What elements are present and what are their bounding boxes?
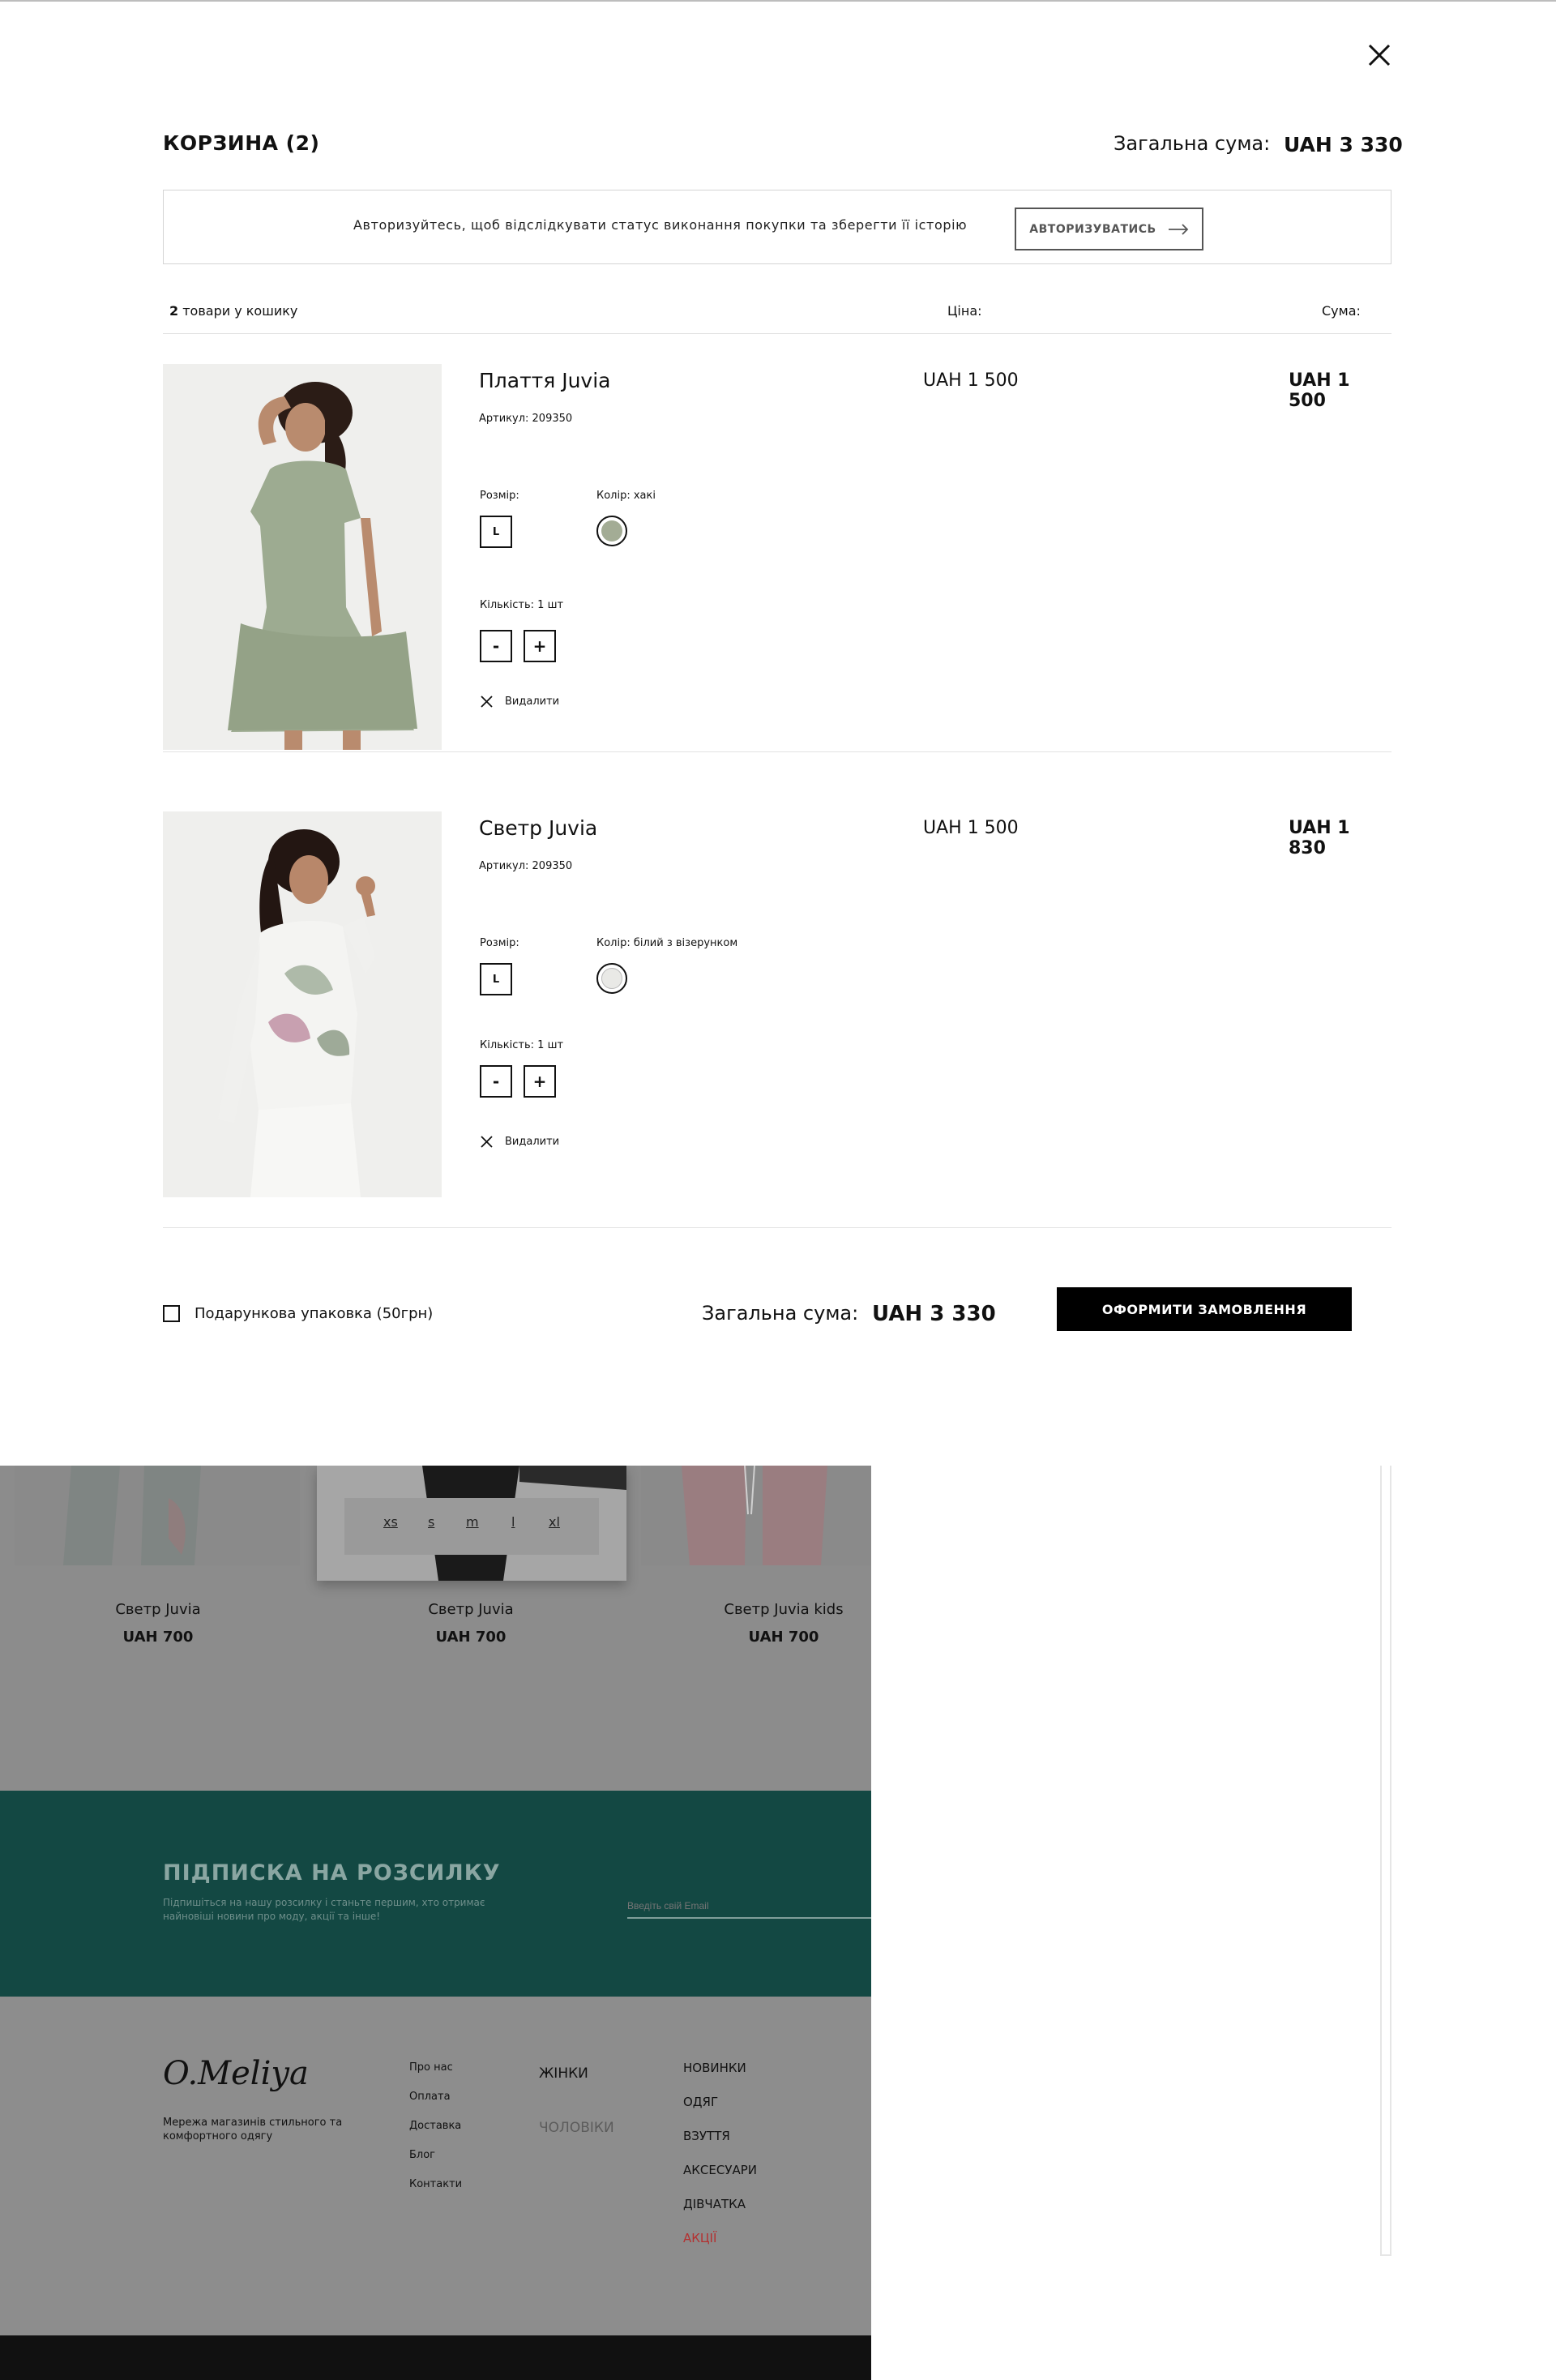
size-selector[interactable]: L: [480, 963, 512, 995]
background-page: xs s m l xl Светр Juvia UAH 700 Светр Ju…: [0, 1466, 871, 2380]
total-value: UAH 3 330: [872, 1302, 996, 1326]
login-button-label: АВТОРИЗУВАТИСЬ: [1029, 222, 1156, 236]
item-count-number: 2: [169, 303, 179, 319]
newsletter-title: ПІДПИСКА НА РОЗСИЛКУ: [163, 1860, 501, 1886]
product-image[interactable]: [163, 364, 442, 750]
footer-nav-sale[interactable]: АКЦІЇ: [683, 2231, 716, 2245]
quantity-label: Кількість: 1 шт: [480, 599, 564, 611]
total-label: Загальна сума:: [1114, 132, 1271, 155]
cart-item: Плаття Juvia Артикул: 209350 UAH 1 500 U…: [163, 334, 1391, 752]
footer-link-payment[interactable]: Оплата: [409, 2091, 451, 2103]
cart-modal: КОРЗИНА (2) Загальна сума: UAH 3 330 Авт…: [0, 2, 1556, 1466]
scrollbar[interactable]: [1380, 1466, 1391, 2256]
size-option[interactable]: m: [466, 1514, 479, 1530]
cart-title: КОРЗИНА (2): [163, 131, 320, 155]
footer-link-blog[interactable]: Блог: [409, 2149, 435, 2161]
size-selector[interactable]: L: [480, 516, 512, 548]
remove-item-button[interactable]: Видалити: [480, 695, 559, 708]
auth-text: Авторизуйтесь, щоб відслідкувати статус …: [353, 217, 968, 233]
product-card-name[interactable]: Светр Juvia: [349, 1601, 592, 1618]
color-swatch-fill: [601, 968, 622, 989]
total-value: UAH 3 330: [1284, 133, 1403, 156]
footer-logo[interactable]: O.Meliya: [163, 2055, 309, 2092]
size-quick-select: xs s m l xl: [317, 1466, 626, 1581]
close-icon[interactable]: [1366, 42, 1392, 68]
product-card-price: UAH 700: [748, 1629, 819, 1646]
login-button[interactable]: АВТОРИЗУВАТИСЬ: [1015, 208, 1203, 250]
cart-item: Светр Juvia Артикул: 209350 UAH 1 500 UA…: [163, 781, 1391, 1228]
checkbox-icon: [163, 1305, 180, 1322]
product-card-price: UAH 700: [435, 1629, 507, 1646]
cart-footer: Подарункова упаковка (50грн) Загальна су…: [163, 1287, 1391, 1344]
item-count: 2 товари у кошику: [169, 303, 297, 319]
size-option[interactable]: xl: [549, 1514, 560, 1530]
close-icon: [481, 696, 493, 708]
quantity-increase-button[interactable]: +: [524, 1065, 556, 1098]
total-label: Загальна сума:: [702, 1302, 859, 1325]
footer-nav-girls[interactable]: ДІВЧАТКА: [683, 2197, 746, 2211]
product-price: UAH 1 500: [923, 370, 1019, 391]
color-label: Колір: білий з візерунком: [596, 937, 738, 949]
close-icon: [481, 1136, 493, 1148]
product-article: Артикул: 209350: [479, 413, 573, 425]
remove-item-label: Видалити: [505, 1136, 560, 1148]
footer-bottom-bar: [0, 2335, 871, 2380]
product-image[interactable]: [163, 811, 442, 1197]
auth-banner: Авторизуйтесь, щоб відслідкувати статус …: [163, 190, 1391, 264]
size-option[interactable]: l: [511, 1514, 515, 1530]
product-card-price: UAH 700: [122, 1629, 194, 1646]
footer-tagline: Мережа магазинів стильного та комфортног…: [163, 2117, 343, 2142]
price-column-header: Ціна:: [947, 303, 982, 319]
footer-category-men[interactable]: ЧОЛОВІКИ: [539, 2120, 614, 2136]
footer-nav-shoes[interactable]: ВЗУТТЯ: [683, 2129, 730, 2143]
size-option[interactable]: s: [428, 1514, 434, 1530]
footer-nav-accessories[interactable]: АКСЕСУАРИ: [683, 2163, 757, 2177]
product-price: UAH 1 500: [923, 818, 1019, 838]
product-card-image: [641, 1466, 871, 1565]
checkout-button[interactable]: ОФОРМИТИ ЗАМОВЛЕННЯ: [1057, 1287, 1352, 1331]
gift-wrap-checkbox[interactable]: Подарункова упаковка (50грн): [163, 1305, 433, 1322]
color-label: Колір: хакі: [596, 490, 656, 502]
footer-category-women[interactable]: ЖІНКИ: [539, 2065, 588, 2082]
newsletter-description: Підпишіться на нашу розсилку і станьте п…: [163, 1897, 485, 1922]
size-label: Розмір:: [480, 490, 519, 502]
size-label: Розмір:: [480, 937, 519, 949]
product-sum: UAH 1 830: [1289, 818, 1350, 858]
quantity-decrease-button[interactable]: -: [480, 630, 512, 662]
color-swatch-fill: [601, 520, 622, 541]
quantity-decrease-button[interactable]: -: [480, 1065, 512, 1098]
product-name[interactable]: Плаття Juvia: [479, 369, 611, 392]
quantity-label: Кількість: 1 шт: [480, 1039, 564, 1051]
product-name[interactable]: Светр Juvia: [479, 816, 597, 840]
item-count-text: товари у кошику: [178, 303, 298, 319]
newsletter-section: ПІДПИСКА НА РОЗСИЛКУ Підпишіться на нашу…: [0, 1791, 871, 1997]
product-card-image: [15, 1466, 300, 1565]
cart-table-header: 2 товари у кошику Ціна: Сума:: [163, 302, 1391, 334]
sum-column-header: Сума:: [1322, 303, 1361, 319]
footer-link-about[interactable]: Про нас: [409, 2061, 453, 2074]
color-swatch[interactable]: [596, 963, 627, 994]
size-option[interactable]: xs: [383, 1514, 398, 1530]
footer-nav-new[interactable]: НОВИНКИ: [683, 2061, 746, 2075]
footer-link-contacts[interactable]: Контакти: [409, 2178, 462, 2190]
product-sum: UAH 1 500: [1289, 370, 1350, 411]
quantity-increase-button[interactable]: +: [524, 630, 556, 662]
color-swatch[interactable]: [596, 516, 627, 546]
gift-wrap-label: Подарункова упаковка (50грн): [194, 1305, 434, 1322]
product-card-name[interactable]: Светр Juvia: [36, 1601, 280, 1618]
remove-item-label: Видалити: [505, 696, 560, 708]
footer-nav-clothing[interactable]: ОДЯГ: [683, 2095, 718, 2109]
newsletter-email-input[interactable]: [627, 1894, 871, 1919]
product-article: Артикул: 209350: [479, 860, 573, 872]
arrow-right-icon: [1168, 223, 1188, 235]
footer-link-delivery[interactable]: Доставка: [409, 2120, 461, 2132]
remove-item-button[interactable]: Видалити: [480, 1135, 559, 1149]
product-card-name[interactable]: Светр Juvia kids: [662, 1601, 871, 1618]
site-footer: O.Meliya Мережа магазинів стильного та к…: [0, 1997, 871, 2335]
